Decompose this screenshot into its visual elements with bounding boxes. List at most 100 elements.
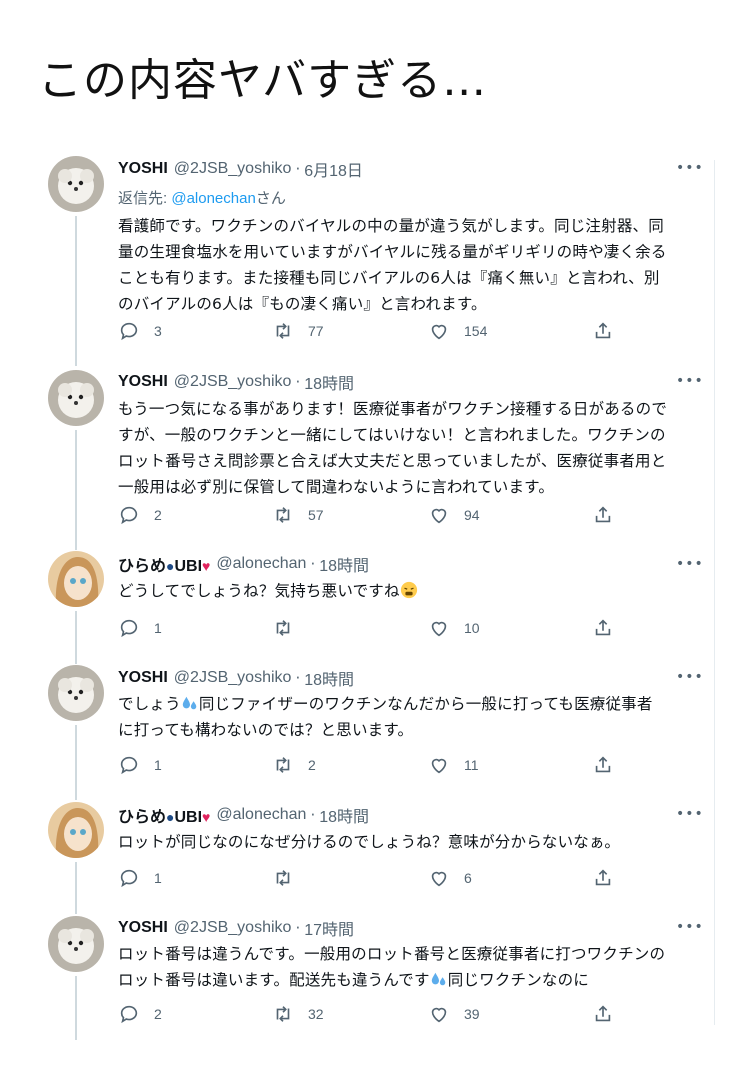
timestamp[interactable]: 6月18日 bbox=[304, 157, 363, 181]
retweet-count: 77 bbox=[308, 323, 324, 339]
tweet-actions: 2 57 94 bbox=[118, 504, 618, 528]
text-line: 量の生理食塩水を用いていますがバイヤルに残る量がギリギリの時や凄く余る bbox=[118, 243, 667, 261]
user-handle[interactable]: @2JSB_yoshiko bbox=[174, 669, 292, 687]
more-options-icon[interactable]: ••• bbox=[676, 556, 704, 572]
heart-icon bbox=[428, 754, 450, 776]
thread-connector bbox=[75, 725, 77, 800]
user-handle[interactable]: @2JSB_yoshiko bbox=[174, 160, 292, 178]
display-name[interactable]: YOSHI bbox=[118, 669, 168, 687]
like-button[interactable]: 94 bbox=[428, 504, 480, 526]
reply-button[interactable]: 1 bbox=[118, 754, 162, 776]
more-options-icon[interactable]: ••• bbox=[676, 669, 704, 685]
avatar-hirame[interactable] bbox=[48, 802, 104, 858]
text-line: に打っても構わないのでは？と思います。 bbox=[118, 721, 414, 739]
retweet-button[interactable]: 57 bbox=[272, 504, 324, 526]
thread-border bbox=[714, 160, 715, 1025]
display-name[interactable]: YOSHI bbox=[118, 373, 168, 391]
like-button[interactable]: 10 bbox=[428, 617, 480, 639]
user-handle[interactable]: @2JSB_yoshiko bbox=[174, 919, 292, 937]
separator: · bbox=[295, 160, 301, 178]
like-count: 39 bbox=[464, 1006, 480, 1022]
reply-button[interactable]: 2 bbox=[118, 504, 162, 526]
sweat-droplets-emoji-icon bbox=[182, 696, 197, 710]
reply-button[interactable]: 1 bbox=[118, 617, 162, 639]
separator: · bbox=[310, 806, 316, 824]
reply-count: 1 bbox=[154, 870, 162, 886]
more-options-icon[interactable]: ••• bbox=[676, 919, 704, 935]
heart-icon bbox=[428, 617, 450, 639]
text-line: 看護師です。ワクチンのバイヤルの中の量が違う気がします。同じ注射器、同 bbox=[118, 217, 664, 235]
reply-button[interactable]: 2 bbox=[118, 1003, 162, 1025]
tweet-text: ロットが同じなのになぜ分けるのでしょうね？意味が分からないなぁ。 bbox=[118, 829, 698, 855]
timestamp[interactable]: 18時間 bbox=[304, 370, 354, 394]
timestamp[interactable]: 18時間 bbox=[319, 803, 369, 827]
like-count: 11 bbox=[464, 757, 479, 773]
user-handle[interactable]: @alonechan bbox=[216, 806, 306, 824]
text-line: ロットが同じなのになぜ分けるのでしょうね？意味が分からないなぁ。 bbox=[118, 833, 621, 851]
share-icon bbox=[592, 504, 614, 526]
share-icon bbox=[592, 1003, 614, 1025]
avatar-yoshi[interactable] bbox=[48, 156, 104, 212]
text-line: ロット番号は違うんです。一般用のロット番号と医療従事者に打つワクチンの bbox=[118, 945, 666, 963]
text-line: すが、一般のワクチンと一緒にしてはいけない！と言われました。ワクチンの bbox=[118, 426, 666, 444]
separator: · bbox=[295, 919, 301, 937]
more-options-icon[interactable]: ••• bbox=[676, 806, 704, 822]
reply-icon bbox=[118, 617, 140, 639]
reply-icon bbox=[118, 504, 140, 526]
reply-icon bbox=[118, 1003, 140, 1025]
reply-count: 2 bbox=[154, 1006, 162, 1022]
avatar-yoshi[interactable] bbox=[48, 916, 104, 972]
avatar-hirame[interactable] bbox=[48, 551, 104, 607]
retweet-button[interactable]: 77 bbox=[272, 320, 324, 342]
share-button[interactable] bbox=[592, 504, 614, 526]
like-button[interactable]: 6 bbox=[428, 867, 472, 889]
more-options-icon[interactable]: ••• bbox=[676, 373, 704, 389]
thread-connector bbox=[75, 862, 77, 914]
retweet-icon bbox=[272, 320, 294, 342]
retweet-icon bbox=[272, 754, 294, 776]
share-icon bbox=[592, 617, 614, 639]
display-name[interactable]: ひらめ●UBI♥ bbox=[118, 552, 210, 576]
user-handle[interactable]: @alonechan bbox=[216, 555, 306, 573]
retweet-button[interactable]: 2 bbox=[272, 754, 316, 776]
retweet-count: 2 bbox=[308, 757, 316, 773]
timestamp[interactable]: 17時間 bbox=[304, 916, 354, 940]
share-button[interactable] bbox=[592, 617, 614, 639]
text-line: もう一つ気になる事があります！医療従事者がワクチン接種する日があるので bbox=[118, 400, 668, 418]
like-button[interactable]: 39 bbox=[428, 1003, 480, 1025]
display-name[interactable]: YOSHI bbox=[118, 919, 168, 937]
display-name[interactable]: YOSHI bbox=[118, 160, 168, 178]
share-button[interactable] bbox=[592, 754, 614, 776]
share-button[interactable] bbox=[592, 320, 614, 342]
user-handle[interactable]: @2JSB_yoshiko bbox=[174, 373, 292, 391]
tweet-text: でしょう 同じファイザーのワクチンなんだから一般に打っても医療従事者 に打っても構… bbox=[118, 691, 698, 743]
reply-button[interactable]: 3 bbox=[118, 320, 162, 342]
reply-count: 3 bbox=[154, 323, 162, 339]
sweat-droplets-emoji-icon bbox=[431, 972, 445, 986]
more-options-icon[interactable]: ••• bbox=[676, 160, 704, 176]
page-headline: この内容ヤバすぎる… bbox=[38, 55, 488, 106]
display-name[interactable]: ひらめ●UBI♥ bbox=[118, 803, 210, 827]
red-heart-emoji-icon: ♥ bbox=[202, 558, 211, 574]
share-button[interactable] bbox=[592, 1003, 614, 1025]
timestamp[interactable]: 18時間 bbox=[304, 666, 354, 690]
avatar-yoshi[interactable] bbox=[48, 370, 104, 426]
reply-mention-link[interactable]: @alonechan bbox=[171, 190, 255, 207]
text-line: 一般用は必ず別に保管して間違わないように言われています。 bbox=[118, 478, 555, 496]
like-button[interactable]: 11 bbox=[428, 754, 479, 776]
avatar-yoshi[interactable] bbox=[48, 665, 104, 721]
tweet-header: YOSHI @2JSB_yoshiko · 18時間 bbox=[118, 371, 354, 393]
tweet-actions: 1 10 bbox=[118, 617, 618, 641]
separator: · bbox=[295, 669, 301, 687]
reply-count: 1 bbox=[154, 757, 162, 773]
retweet-button[interactable] bbox=[272, 617, 308, 639]
share-button[interactable] bbox=[592, 867, 614, 889]
timestamp[interactable]: 18時間 bbox=[319, 552, 369, 576]
reply-button[interactable]: 1 bbox=[118, 867, 162, 889]
like-button[interactable]: 154 bbox=[428, 320, 487, 342]
retweet-button[interactable]: 32 bbox=[272, 1003, 324, 1025]
text-line: のバイアルの6人は『もの凄く痛い』と言われます。 bbox=[118, 295, 487, 313]
retweet-icon bbox=[272, 617, 294, 639]
retweet-button[interactable] bbox=[272, 867, 308, 889]
separator: · bbox=[295, 373, 301, 391]
